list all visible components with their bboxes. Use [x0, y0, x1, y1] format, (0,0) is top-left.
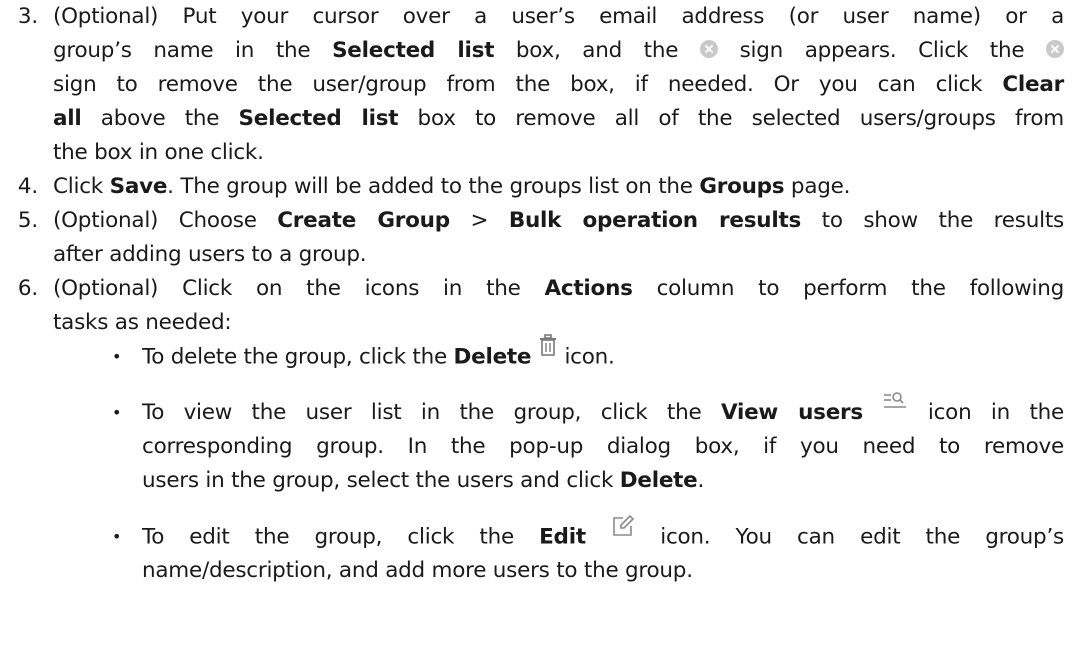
text-run [531, 345, 538, 370]
text-run: tasks as needed: [53, 310, 232, 335]
step-text-line: the box in one click. [53, 136, 264, 170]
bullet-marker: • [112, 527, 122, 546]
bold-term: Bulk operation results [508, 208, 802, 233]
text-run: To edit the group, click the [142, 524, 540, 550]
text-run: sign appears. Click the [717, 38, 1047, 63]
text-run: icon in the [908, 400, 1064, 425]
bullet-marker: • [112, 347, 122, 366]
step-text-line: (Optional) Choose Create Group > Bulk op… [53, 204, 1064, 238]
text-run: > [449, 208, 509, 233]
bullet-text-line: name/description, and add more users to … [142, 554, 693, 588]
text-run: users in the group, select the users and… [142, 468, 620, 493]
bullet-text-line: users in the group, select the users and… [142, 464, 704, 498]
bold-term: Delete [453, 344, 532, 370]
bold-term: Groups [699, 174, 785, 199]
text-run: icon. You can edit the group’s [635, 524, 1064, 550]
remove-circle-icon [699, 40, 718, 58]
text-run: after adding users to a group. [53, 242, 367, 267]
text-run: sign to remove the user/group from the b… [53, 72, 1003, 97]
step-text-line: tasks as needed: [53, 306, 232, 340]
bold-term: Delete [619, 468, 698, 493]
text-run: name/description, and add more users to … [142, 558, 693, 583]
text-run: (Optional) Put your cursor over a user’s… [53, 4, 1064, 29]
bold-term: Save [109, 174, 168, 199]
step-text-line: (Optional) Click on the icons in the Act… [53, 272, 1064, 306]
view-users-icon [882, 392, 908, 430]
text-run [863, 400, 882, 425]
step-text-line: after adding users to a group. [53, 238, 367, 272]
bold-term: Clear [1002, 72, 1064, 97]
step-number: 5. [17, 208, 38, 233]
text-run: box, and the [494, 38, 700, 63]
step-text-line: sign to remove the user/group from the b… [53, 68, 1064, 102]
text-run: box to remove all of the selected users/… [398, 106, 1065, 131]
text-run: icon. [557, 344, 615, 370]
bold-term: View users [720, 400, 863, 425]
step-text-line: (Optional) Put your cursor over a user’s… [53, 0, 1064, 34]
text-run: above the [81, 106, 239, 131]
bold-term: Create Group [277, 208, 450, 233]
text-run: To delete the group, click the [142, 344, 454, 370]
text-run: Click [53, 174, 110, 199]
trash-icon [538, 334, 558, 375]
bold-term: Actions [544, 276, 633, 301]
bullet-text-line: To edit the group, click the Edit icon. … [142, 514, 1064, 555]
text-run: (Optional) Choose [53, 208, 278, 233]
step-text-line: Click Save. The group will be added to t… [53, 170, 850, 204]
edit-icon [611, 514, 635, 555]
step-number: 4. [17, 174, 38, 199]
text-run: . [697, 468, 705, 493]
text-run: to show the results [801, 208, 1065, 233]
text-run: page. [784, 174, 851, 199]
bullet-text-line: corresponding group. In the pop-up dialo… [142, 430, 1064, 464]
bold-term: Selected list [238, 106, 399, 131]
document-page: 3. (Optional) Put your cursor over a user… [0, 0, 1077, 648]
text-run: corresponding group. In the pop-up dialo… [142, 434, 1064, 459]
text-run: column to perform the following [632, 276, 1065, 301]
text-run: . The group will be added to the groups … [167, 174, 700, 199]
text-run: (Optional) Click on the icons in the [53, 276, 545, 301]
text-run [586, 525, 611, 550]
text-run: To view the user list in the group, clic… [142, 400, 721, 425]
bold-term: Edit [539, 524, 586, 550]
bullet-marker: • [112, 403, 122, 422]
bold-term: all [53, 106, 82, 131]
step-number: 3. [17, 4, 38, 29]
bullet-text-line: To view the user list in the group, clic… [142, 392, 1064, 430]
step-text-line: group’s name in the Selected list box, a… [53, 34, 1065, 68]
bullet-text-line: To delete the group, click the Delete ic… [142, 334, 615, 375]
bold-term: Selected list [332, 38, 495, 63]
text-run: the box in one click. [53, 140, 264, 165]
step-number: 6. [17, 276, 38, 301]
remove-circle-icon [1046, 40, 1065, 58]
text-run: group’s name in the [53, 38, 333, 63]
step-text-line: all above the Selected list box to remov… [53, 102, 1064, 136]
